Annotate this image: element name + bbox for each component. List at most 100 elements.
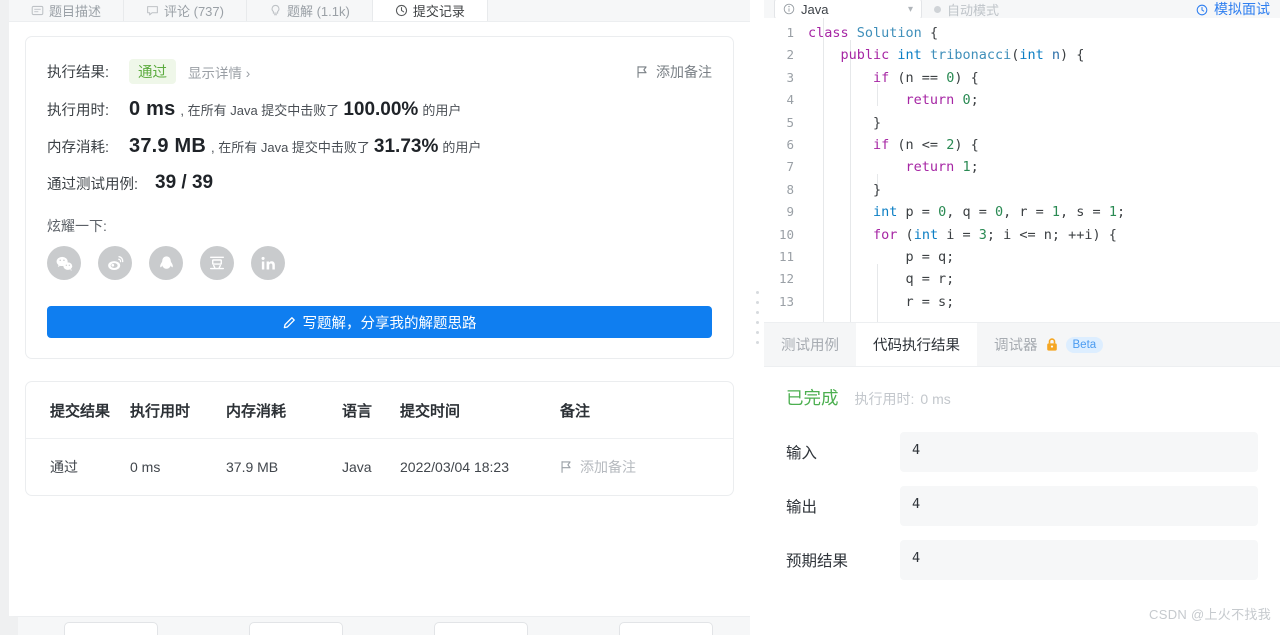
linkedin-icon[interactable] <box>251 246 285 280</box>
line-number: 5 <box>786 114 794 130</box>
table-row[interactable]: 通过 0 ms 37.9 MB Java 2022/03/04 18:23 添加… <box>26 439 733 496</box>
bottom-slot-2 <box>203 622 388 635</box>
code-line: 1 class Solution { <box>764 22 1280 44</box>
memory-compare-post: 的用户 <box>442 140 482 155</box>
code-text: } <box>808 179 881 201</box>
tab-problem-description[interactable]: 题目描述 <box>9 0 125 21</box>
tab-testcases[interactable]: 测试用例 <box>764 323 856 366</box>
code-text: q = r; <box>808 268 955 290</box>
memory-label: 内存消耗: <box>47 140 110 156</box>
bottom-button-2[interactable] <box>248 622 343 635</box>
pane-splitter[interactable] <box>750 0 764 635</box>
douban-icon[interactable] <box>200 246 234 280</box>
line-number: 11 <box>778 248 794 264</box>
cell-result[interactable]: 通过 <box>26 439 130 496</box>
line-number: 1 <box>786 25 794 40</box>
tab-label: 题解 (1.1k) <box>286 3 350 19</box>
table-header-row: 提交结果 执行用时 内存消耗 语言 提交时间 备注 <box>26 382 733 439</box>
code-token: int <box>1019 47 1052 64</box>
splitter-dot <box>755 341 759 344</box>
flag-icon <box>560 460 573 474</box>
code-token: p = q; <box>808 248 955 265</box>
bottom-slot-1 <box>18 622 203 635</box>
memory-row: 内存消耗: 37.9 MB , 在所有 Java 提交中击败了 31.73% 的… <box>47 135 712 158</box>
runtime-compare-pre: , 在所有 Java 提交中击败了 <box>180 103 340 118</box>
code-line: 7 return 1; <box>764 156 1280 178</box>
code-token: (n <= <box>889 136 947 153</box>
code-token: p = <box>905 204 939 221</box>
input-value[interactable]: 4 <box>900 432 1258 472</box>
console-content: 已完成 执行用时: 0 ms 输入 4 输出 4 预期结果 4 <box>764 367 1280 594</box>
row-add-note-button[interactable]: 添加备注 <box>560 457 733 477</box>
bottom-button-4[interactable] <box>619 622 714 635</box>
testcases-value: 39 / 39 <box>155 172 214 193</box>
tab-debugger[interactable]: 调试器 Beta <box>977 323 1120 366</box>
col-header-language: 语言 <box>342 382 400 439</box>
code-editor[interactable]: 1 class Solution {2 public int tribonacci… <box>764 18 1280 322</box>
table-body: 通过 0 ms 37.9 MB Java 2022/03/04 18:23 添加… <box>26 439 733 496</box>
lock-icon <box>1045 337 1059 352</box>
code-token: Solution <box>856 25 922 41</box>
add-note-label: 添加备注 <box>656 63 712 80</box>
qq-icon[interactable] <box>149 246 183 280</box>
wechat-icon[interactable] <box>47 246 81 280</box>
col-header-time: 提交时间 <box>400 382 560 439</box>
code-token: ( <box>897 226 914 243</box>
auto-mode-toggle[interactable]: 自动模式 <box>934 0 999 18</box>
code-text: return 1; <box>808 156 979 178</box>
auto-mode-label: 自动模式 <box>947 2 1000 18</box>
mock-interview-button[interactable]: 模拟面试 <box>1196 0 1270 18</box>
weibo-icon[interactable] <box>98 246 132 280</box>
code-token: for <box>873 226 898 243</box>
code-text: if (n == 0) { <box>808 67 979 89</box>
line-number: 3 <box>786 69 794 85</box>
code-token: public <box>840 47 898 64</box>
right-pane: Java ▾ 自动模式 模拟面试 1 class Solution {2 publ… <box>764 0 1280 635</box>
runtime-value: 0 ms <box>129 98 176 120</box>
clock-icon <box>395 4 408 17</box>
bottom-action-bar <box>9 616 750 635</box>
console-tab-label: 代码执行结果 <box>873 338 960 354</box>
code-text: public int tribonacci(int n) { <box>808 44 1085 66</box>
code-token: 0 <box>938 204 947 221</box>
expected-label: 预期结果 <box>786 553 849 570</box>
code-line: 13 r = s; <box>764 291 1280 313</box>
code-token: return <box>905 159 963 176</box>
code-line: 2 public int tribonacci(int n) { <box>764 44 1280 66</box>
cell-time: 2022/03/04 18:23 <box>400 459 509 475</box>
tab-comments[interactable]: 评论 (737) <box>124 0 247 21</box>
pencil-icon <box>283 316 296 329</box>
write-solution-button[interactable]: 写题解，分享我的解题思路 <box>47 306 712 338</box>
bottom-button-3[interactable] <box>434 622 529 635</box>
line-number: 4 <box>786 92 794 108</box>
add-note-button[interactable]: 添加备注 <box>636 62 712 82</box>
info-circle-icon <box>783 3 795 15</box>
code-token: 1 <box>1108 204 1117 221</box>
tab-run-result[interactable]: 代码执行结果 <box>856 323 977 366</box>
bottom-slot-4 <box>574 622 750 635</box>
code-text: if (n <= 2) { <box>808 134 979 156</box>
cell-note[interactable]: 添加备注 <box>560 439 733 496</box>
output-row: 输出 4 <box>786 486 1258 526</box>
language-select[interactable]: Java ▾ <box>774 0 922 18</box>
problem-tab-bar: 题目描述 评论 (737) 题解 (1.1k) 提交记录 <box>9 0 750 22</box>
testcases-row: 通过测试用例: 39 / 39 <box>47 172 712 194</box>
editor-toolbar: Java ▾ 自动模式 模拟面试 <box>764 0 1280 18</box>
code-token: 1 <box>1051 204 1061 221</box>
code-token: ) { <box>954 136 979 153</box>
code-token: class <box>808 25 857 41</box>
bottom-button-1[interactable] <box>63 622 158 635</box>
line-number: 13 <box>778 293 794 309</box>
code-line: 6 if (n <= 2) { <box>764 134 1280 156</box>
tab-submissions[interactable]: 提交记录 <box>372 0 488 21</box>
expected-row: 预期结果 4 <box>786 540 1258 580</box>
code-line: 5 } <box>764 112 1280 134</box>
submissions-table-card: 提交结果 执行用时 内存消耗 语言 提交时间 备注 通过 0 ms 37.9 M <box>25 381 734 496</box>
tab-solutions[interactable]: 题解 (1.1k) <box>247 0 373 21</box>
show-detail-link[interactable]: 显示详情 › <box>188 62 250 82</box>
code-token: ; <box>970 92 979 109</box>
splitter-dot <box>755 301 759 304</box>
